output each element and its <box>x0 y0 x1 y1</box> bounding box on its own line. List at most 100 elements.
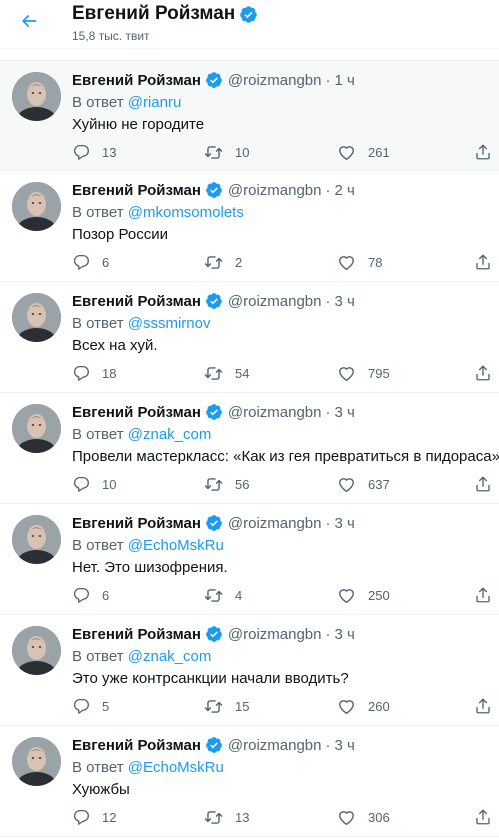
share-button[interactable] <box>474 253 492 271</box>
reply-button[interactable]: 5 <box>72 697 109 715</box>
tweet[interactable]: Евгений Ройзман @roizmangbn · 3 ч В отве… <box>0 282 499 393</box>
tweet-timestamp[interactable]: 1 ч <box>335 72 355 89</box>
like-button[interactable]: 795 <box>337 364 390 383</box>
retweet-button[interactable]: 54 <box>204 364 249 383</box>
tweet[interactable]: Евгений Ройзман @roizmangbn · 3 ч В отве… <box>0 504 499 615</box>
author-name[interactable]: Евгений Ройзман <box>72 626 201 643</box>
avatar[interactable] <box>12 72 61 121</box>
reply-icon <box>73 365 89 381</box>
tweet-timestamp[interactable]: 3 ч <box>335 404 355 421</box>
avatar[interactable] <box>12 515 61 564</box>
reply-prefix: В ответ <box>72 315 124 332</box>
like-button[interactable]: 306 <box>337 808 390 827</box>
tweet-timestamp[interactable]: 3 ч <box>335 737 355 754</box>
arrow-left-icon <box>22 15 37 27</box>
meta-separator: · <box>325 71 331 89</box>
reply-icon <box>73 476 89 492</box>
author-name[interactable]: Евгений Ройзман <box>72 293 201 310</box>
like-button[interactable]: 637 <box>337 475 390 494</box>
reply-button[interactable]: 6 <box>72 253 109 271</box>
tweet-text: Хуюжбы <box>72 781 130 798</box>
avatar[interactable] <box>12 626 61 675</box>
retweet-count: 10 <box>235 145 250 160</box>
like-button[interactable]: 261 <box>337 143 390 162</box>
share-button[interactable] <box>474 143 492 161</box>
reply-mention-link[interactable]: @sssmirnov <box>128 315 211 332</box>
reply-button[interactable]: 10 <box>72 475 116 493</box>
tweet[interactable]: Евгений Ройзман @roizmangbn · 3 ч В отве… <box>0 615 499 726</box>
reply-mention-link[interactable]: @rianru <box>128 94 182 111</box>
share-icon <box>476 365 490 381</box>
tweet[interactable]: Евгений Ройзман @roizmangbn · 2 ч В отве… <box>0 171 499 282</box>
share-button[interactable] <box>474 808 492 826</box>
share-button[interactable] <box>474 586 492 604</box>
share-button[interactable] <box>474 475 492 493</box>
retweet-button[interactable]: 4 <box>204 586 242 605</box>
author-handle[interactable]: @roizmangbn <box>228 515 322 532</box>
like-count: 78 <box>368 255 383 270</box>
reply-button[interactable]: 18 <box>72 364 116 382</box>
avatar[interactable] <box>12 182 61 231</box>
avatar[interactable] <box>12 293 61 342</box>
reply-mention-link[interactable]: @mkomsomolets <box>128 204 244 221</box>
reply-button[interactable]: 6 <box>72 586 109 604</box>
share-icon <box>476 144 490 160</box>
author-handle[interactable]: @roizmangbn <box>228 293 322 310</box>
author-name[interactable]: Евгений Ройзман <box>72 515 201 532</box>
meta-separator: · <box>325 403 331 421</box>
author-handle[interactable]: @roizmangbn <box>228 404 322 421</box>
tweet-actions: 18 54 795 <box>72 364 499 386</box>
retweet-count: 15 <box>235 699 250 714</box>
retweet-button[interactable]: 15 <box>204 697 249 716</box>
retweet-icon <box>204 256 223 269</box>
reply-mention-link[interactable]: @znak_com <box>128 426 212 443</box>
share-button[interactable] <box>474 364 492 382</box>
verified-badge-icon <box>206 626 222 642</box>
author-handle[interactable]: @roizmangbn <box>228 737 322 754</box>
share-icon <box>476 476 490 492</box>
retweet-icon <box>204 811 223 824</box>
like-button[interactable]: 250 <box>337 586 390 605</box>
retweet-button[interactable]: 56 <box>204 475 249 494</box>
share-button[interactable] <box>474 697 492 715</box>
retweet-button[interactable]: 13 <box>204 808 249 827</box>
author-handle[interactable]: @roizmangbn <box>228 182 322 199</box>
heart-icon <box>339 367 354 381</box>
reply-mention-link[interactable]: @EchoMskRu <box>128 537 224 554</box>
reply-prefix: В ответ <box>72 759 124 776</box>
reply-mention-link[interactable]: @znak_com <box>128 648 212 665</box>
reply-prefix: В ответ <box>72 204 124 221</box>
like-count: 260 <box>368 699 390 714</box>
like-count: 637 <box>368 477 390 492</box>
reply-button[interactable]: 13 <box>72 143 116 161</box>
reply-context: В ответ @rianru <box>72 94 181 111</box>
like-button[interactable]: 260 <box>337 697 390 716</box>
tweet[interactable]: Евгений Ройзман @roizmangbn · 1 ч В отве… <box>0 60 499 171</box>
back-button[interactable] <box>16 8 42 34</box>
reply-mention-link[interactable]: @EchoMskRu <box>128 759 224 776</box>
author-name[interactable]: Евгений Ройзман <box>72 182 201 199</box>
avatar[interactable] <box>12 404 61 453</box>
retweet-button[interactable]: 10 <box>204 143 249 162</box>
retweet-button[interactable]: 2 <box>204 253 242 272</box>
avatar[interactable] <box>12 737 61 786</box>
author-name[interactable]: Евгений Ройзман <box>72 72 201 89</box>
tweet-meta: Евгений Ройзман @roizmangbn · 3 ч <box>72 736 355 754</box>
tweet-timestamp[interactable]: 3 ч <box>335 626 355 643</box>
reply-button[interactable]: 12 <box>72 808 116 826</box>
verified-badge-icon <box>206 293 222 309</box>
tweet[interactable]: Евгений Ройзман @roizmangbn · 3 ч В отве… <box>0 726 499 837</box>
like-button[interactable]: 78 <box>337 253 382 272</box>
author-name[interactable]: Евгений Ройзман <box>72 737 201 754</box>
tweet-timestamp[interactable]: 3 ч <box>335 293 355 310</box>
author-handle[interactable]: @roizmangbn <box>228 72 322 89</box>
author-handle[interactable]: @roizmangbn <box>228 626 322 643</box>
tweet-meta: Евгений Ройзман @roizmangbn · 1 ч <box>72 71 355 89</box>
tweet-timestamp[interactable]: 3 ч <box>335 515 355 532</box>
tweet-actions: 6 2 78 <box>72 253 499 275</box>
reply-count: 13 <box>102 144 117 160</box>
tweet[interactable]: Евгений Ройзман @roizmangbn · 3 ч В отве… <box>0 393 499 504</box>
retweet-icon <box>204 146 223 159</box>
author-name[interactable]: Евгений Ройзман <box>72 404 201 421</box>
tweet-timestamp[interactable]: 2 ч <box>335 182 355 199</box>
